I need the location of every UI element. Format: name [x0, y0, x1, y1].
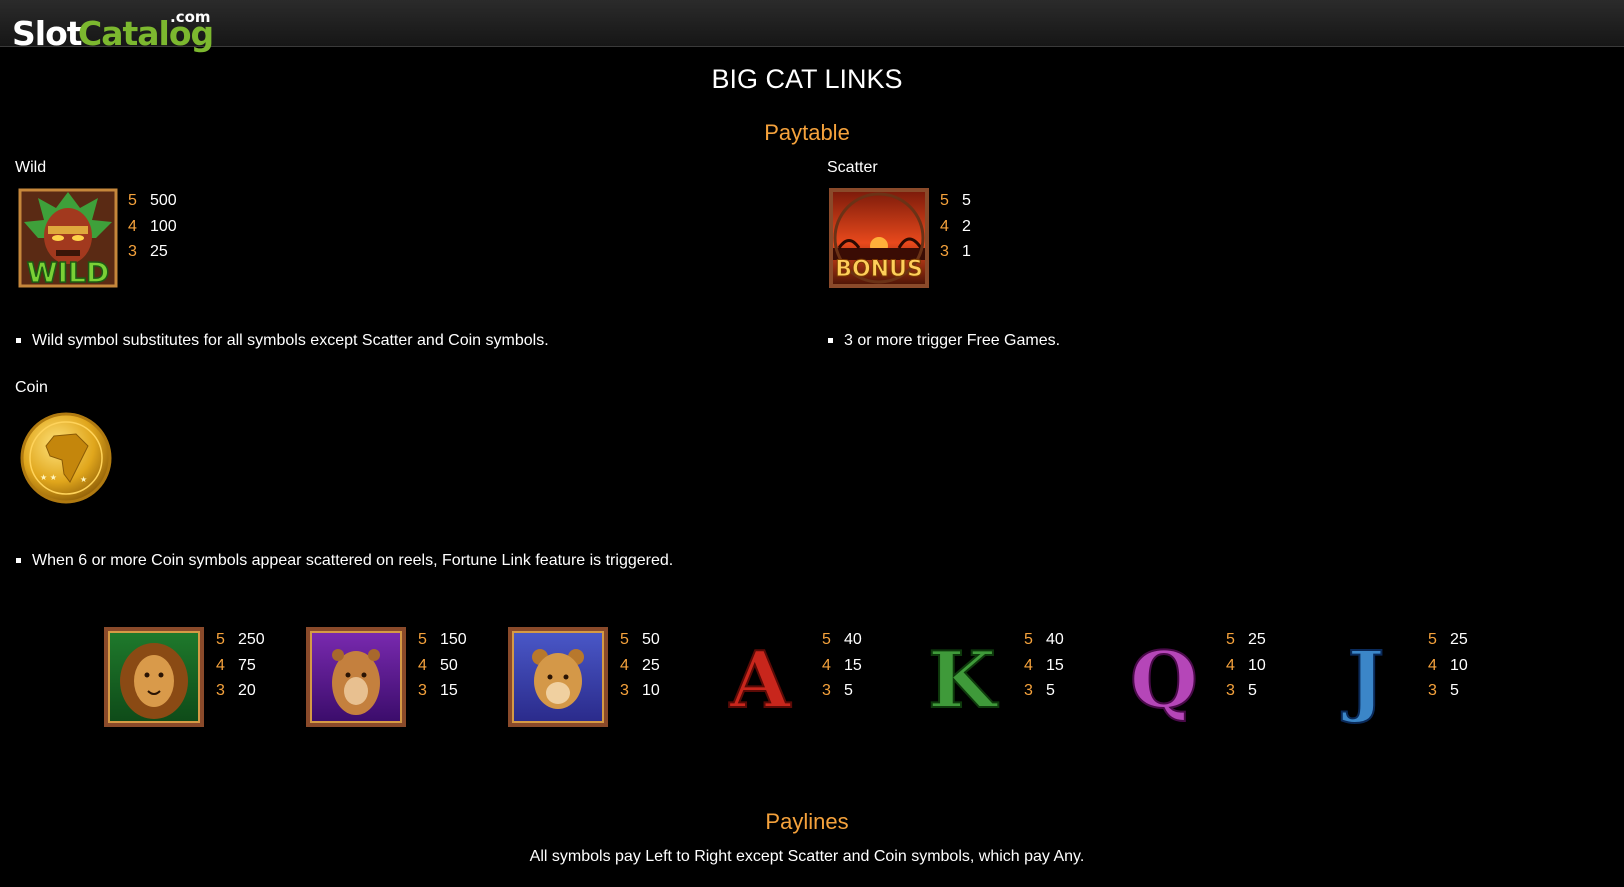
pay-row: 42 — [940, 217, 971, 235]
q-paytable: 5 25 4 10 35 — [1226, 627, 1266, 704]
top-bar: Slot Catalog .com — [0, 0, 1624, 53]
letter-q-symbol-icon: Q — [1114, 627, 1214, 727]
pay-row: 5 250 — [216, 631, 265, 648]
lioness-symbol-icon — [306, 627, 406, 727]
k-paytable: 5 40 4 15 35 — [1024, 627, 1064, 704]
j-paytable: 5 25 4 10 35 — [1428, 627, 1468, 704]
svg-text:A: A — [729, 635, 792, 726]
wild-label: Wild — [15, 159, 47, 176]
lion-paytable: 5 250 4 75 3 20 — [216, 627, 265, 704]
svg-text:★: ★ — [80, 475, 87, 484]
letter-j-symbol-icon: J — [1316, 627, 1416, 727]
lioness-paytable: 5 150 4 50 3 15 — [418, 627, 467, 704]
scatter-note: 3 or more trigger Free Games. — [827, 332, 1061, 349]
pay-row: 5 500 — [128, 192, 177, 209]
pay-row: 35 — [822, 682, 853, 699]
pay-row: 3 10 — [620, 682, 660, 699]
pay-row: 4 100 — [128, 217, 177, 235]
wild-note: Wild symbol substitutes for all symbols … — [16, 332, 549, 349]
wild-symbol-icon: WILD — [18, 188, 118, 290]
pay-row: 5 25 — [1428, 631, 1468, 648]
svg-text:K: K — [928, 635, 999, 726]
pay-row: 3 25 — [128, 243, 168, 260]
pay-row: 55 — [940, 192, 971, 209]
wild-paytable: 5 500 4 100 3 25 — [128, 188, 177, 265]
pay-row: 4 10 — [1226, 656, 1266, 674]
svg-text:Q: Q — [1130, 635, 1198, 726]
pay-row: 4 75 — [216, 656, 256, 674]
cub-symbol-icon — [508, 627, 608, 727]
pay-row: 4 15 — [1024, 656, 1064, 674]
pay-row: 4 50 — [418, 656, 458, 674]
pay-row: 4 10 — [1428, 656, 1468, 674]
svg-text:WILD: WILD — [27, 256, 109, 288]
pay-row: 5 40 — [1024, 631, 1064, 648]
paylines-heading: Paylines — [765, 809, 849, 834]
pay-row: 31 — [940, 243, 971, 260]
logo-com-text: .com — [170, 8, 211, 26]
lion-symbol-icon — [104, 627, 204, 727]
logo-slot-text: Slot — [12, 14, 83, 53]
pay-row: 3 15 — [418, 682, 458, 699]
pay-row: 3 20 — [216, 682, 256, 699]
coin-symbol-icon: ★ ★ ★ — [18, 410, 114, 506]
cub-paytable: 5 50 4 25 3 10 — [620, 627, 660, 704]
scatter-label: Scatter — [827, 159, 878, 176]
svg-text:★ ★: ★ ★ — [40, 473, 57, 482]
paylines-text: All symbols pay Left to Right except Sca… — [529, 848, 1085, 865]
pay-row: 4 15 — [822, 656, 862, 674]
paytable-heading: Paytable — [764, 120, 850, 145]
a-paytable: 5 40 4 15 35 — [822, 627, 862, 704]
letter-a-symbol-icon: A — [710, 627, 810, 727]
pay-row: 5 40 — [822, 631, 862, 648]
pay-row: 35 — [1428, 682, 1459, 699]
pay-row: 35 — [1024, 682, 1055, 699]
pay-row: 35 — [1226, 682, 1257, 699]
letter-k-symbol-icon: K — [912, 627, 1012, 727]
svg-text:J: J — [1342, 635, 1385, 726]
pay-row: 5 25 — [1226, 631, 1266, 648]
pay-row: 5 150 — [418, 631, 467, 648]
svg-text:BONUS: BONUS — [835, 257, 923, 282]
scatter-bonus-icon: BONUS — [829, 188, 929, 288]
page-title: BIG CAT LINKS — [711, 64, 903, 94]
coin-note: When 6 or more Coin symbols appear scatt… — [15, 552, 674, 569]
coin-label: Coin — [15, 379, 48, 396]
pay-row: 5 50 — [620, 631, 660, 648]
pay-row: 4 25 — [620, 656, 660, 674]
scatter-paytable: 55 42 31 — [940, 188, 971, 265]
